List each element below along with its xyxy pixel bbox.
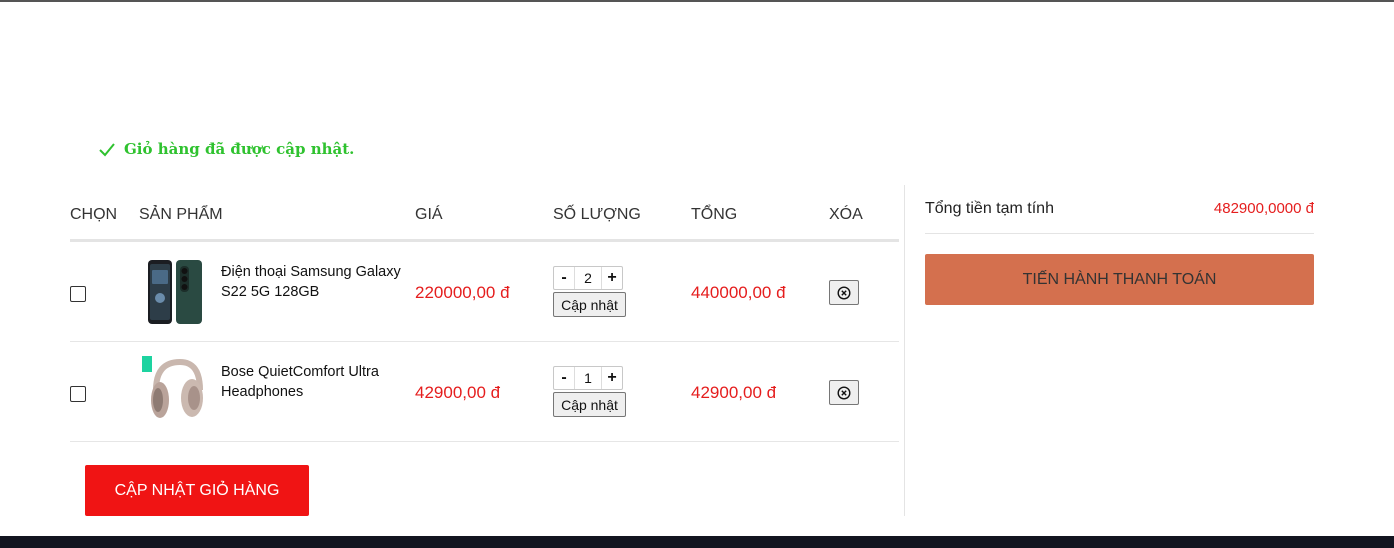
close-circle-icon (837, 285, 851, 300)
product-name[interactable]: Điện thoại Samsung Galaxy S22 5G 128GB (221, 262, 417, 302)
subtotal-row: Tổng tiền tạm tính 482900,0000 đ (925, 186, 1314, 234)
increase-button[interactable]: + (602, 269, 622, 287)
quantity-stepper: - 1 + (553, 366, 623, 390)
quantity-input[interactable]: 2 (574, 267, 602, 289)
header-quantity: SỐ LƯỢNG (553, 206, 641, 223)
select-checkbox[interactable] (70, 286, 86, 302)
header-price: GIÁ (415, 206, 443, 223)
checkout-button[interactable]: TIẾN HÀNH THANH TOÁN (925, 254, 1314, 305)
table-row: Bose QuietComfort Ultra Headphones 42900… (70, 342, 899, 442)
cart-summary: Tổng tiền tạm tính 482900,0000 đ TIẾN HÀ… (925, 186, 1314, 305)
top-border (0, 0, 1394, 2)
header-delete: XÓA (829, 206, 863, 223)
footer-bar (0, 536, 1394, 548)
checkmark-icon (99, 143, 115, 157)
select-checkbox[interactable] (70, 386, 86, 402)
update-cart-button[interactable]: CẬP NHẬT GIỎ HÀNG (85, 465, 309, 516)
increase-button[interactable]: + (602, 369, 622, 387)
table-row: Điện thoại Samsung Galaxy S22 5G 128GB 2… (70, 242, 899, 342)
row-total: 440000,00 đ (691, 283, 786, 302)
header-select: CHỌN (70, 206, 118, 223)
subtotal-label: Tổng tiền tạm tính (925, 200, 1054, 217)
product-name[interactable]: Bose QuietComfort Ultra Headphones (221, 362, 417, 402)
row-total: 42900,00 đ (691, 383, 777, 402)
notice-text: Giỏ hàng đã được cập nhật. (124, 140, 355, 158)
subtotal-value: 482900,0000 đ (1213, 200, 1314, 217)
close-circle-icon (837, 385, 851, 400)
product-price: 42900,00 đ (415, 383, 501, 402)
header-product: SẢN PHẨM (139, 206, 223, 223)
quantity-stepper: - 2 + (553, 266, 623, 290)
quantity-input[interactable]: 1 (574, 367, 602, 389)
column-divider (904, 185, 905, 516)
headphones-image[interactable] (140, 356, 214, 428)
product-price: 220000,00 đ (415, 283, 510, 302)
update-quantity-button[interactable]: Cập nhật (553, 392, 626, 417)
cart-updated-notice: Giỏ hàng đã được cập nhật. (98, 140, 354, 158)
delete-button[interactable] (829, 380, 859, 405)
phone-image[interactable] (140, 256, 214, 328)
delete-button[interactable] (829, 280, 859, 305)
header-total: TỔNG (691, 206, 738, 223)
table-header: CHỌN SẢN PHẨM GIÁ SỐ LƯỢNG TỔNG XÓA (70, 186, 899, 242)
decrease-button[interactable]: - (554, 369, 574, 387)
update-quantity-button[interactable]: Cập nhật (553, 292, 626, 317)
decrease-button[interactable]: - (554, 269, 574, 287)
cart-table: CHỌN SẢN PHẨM GIÁ SỐ LƯỢNG TỔNG XÓA Điện… (70, 186, 899, 442)
